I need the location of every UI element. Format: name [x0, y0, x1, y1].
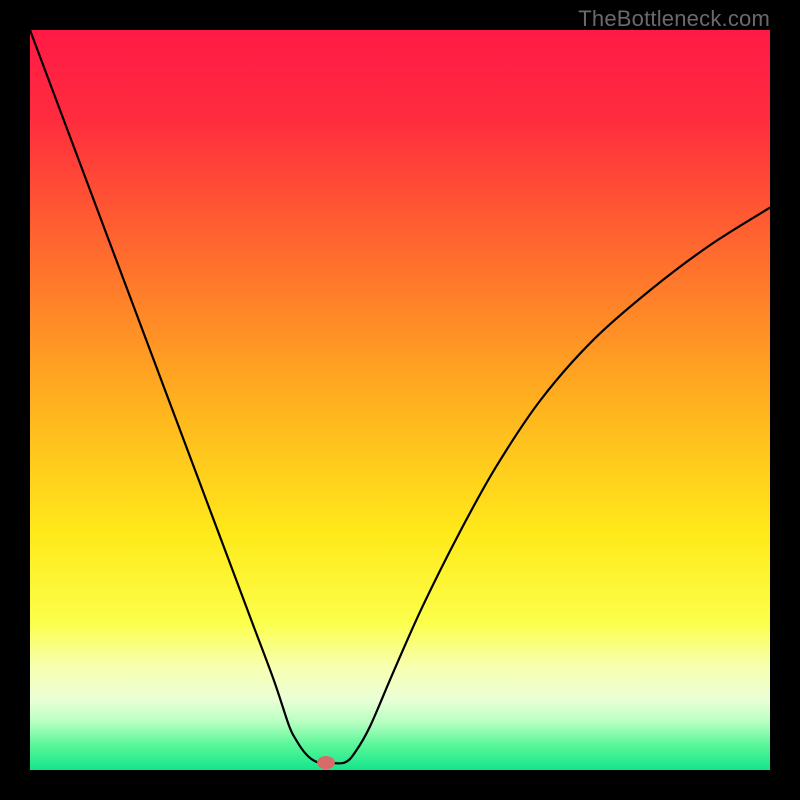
- bottleneck-curve: [30, 30, 770, 763]
- curve-layer: [30, 30, 770, 770]
- optimal-point-marker: [317, 756, 335, 769]
- chart-frame: TheBottleneck.com: [0, 0, 800, 800]
- plot-area: [30, 30, 770, 770]
- watermark-text: TheBottleneck.com: [578, 6, 770, 32]
